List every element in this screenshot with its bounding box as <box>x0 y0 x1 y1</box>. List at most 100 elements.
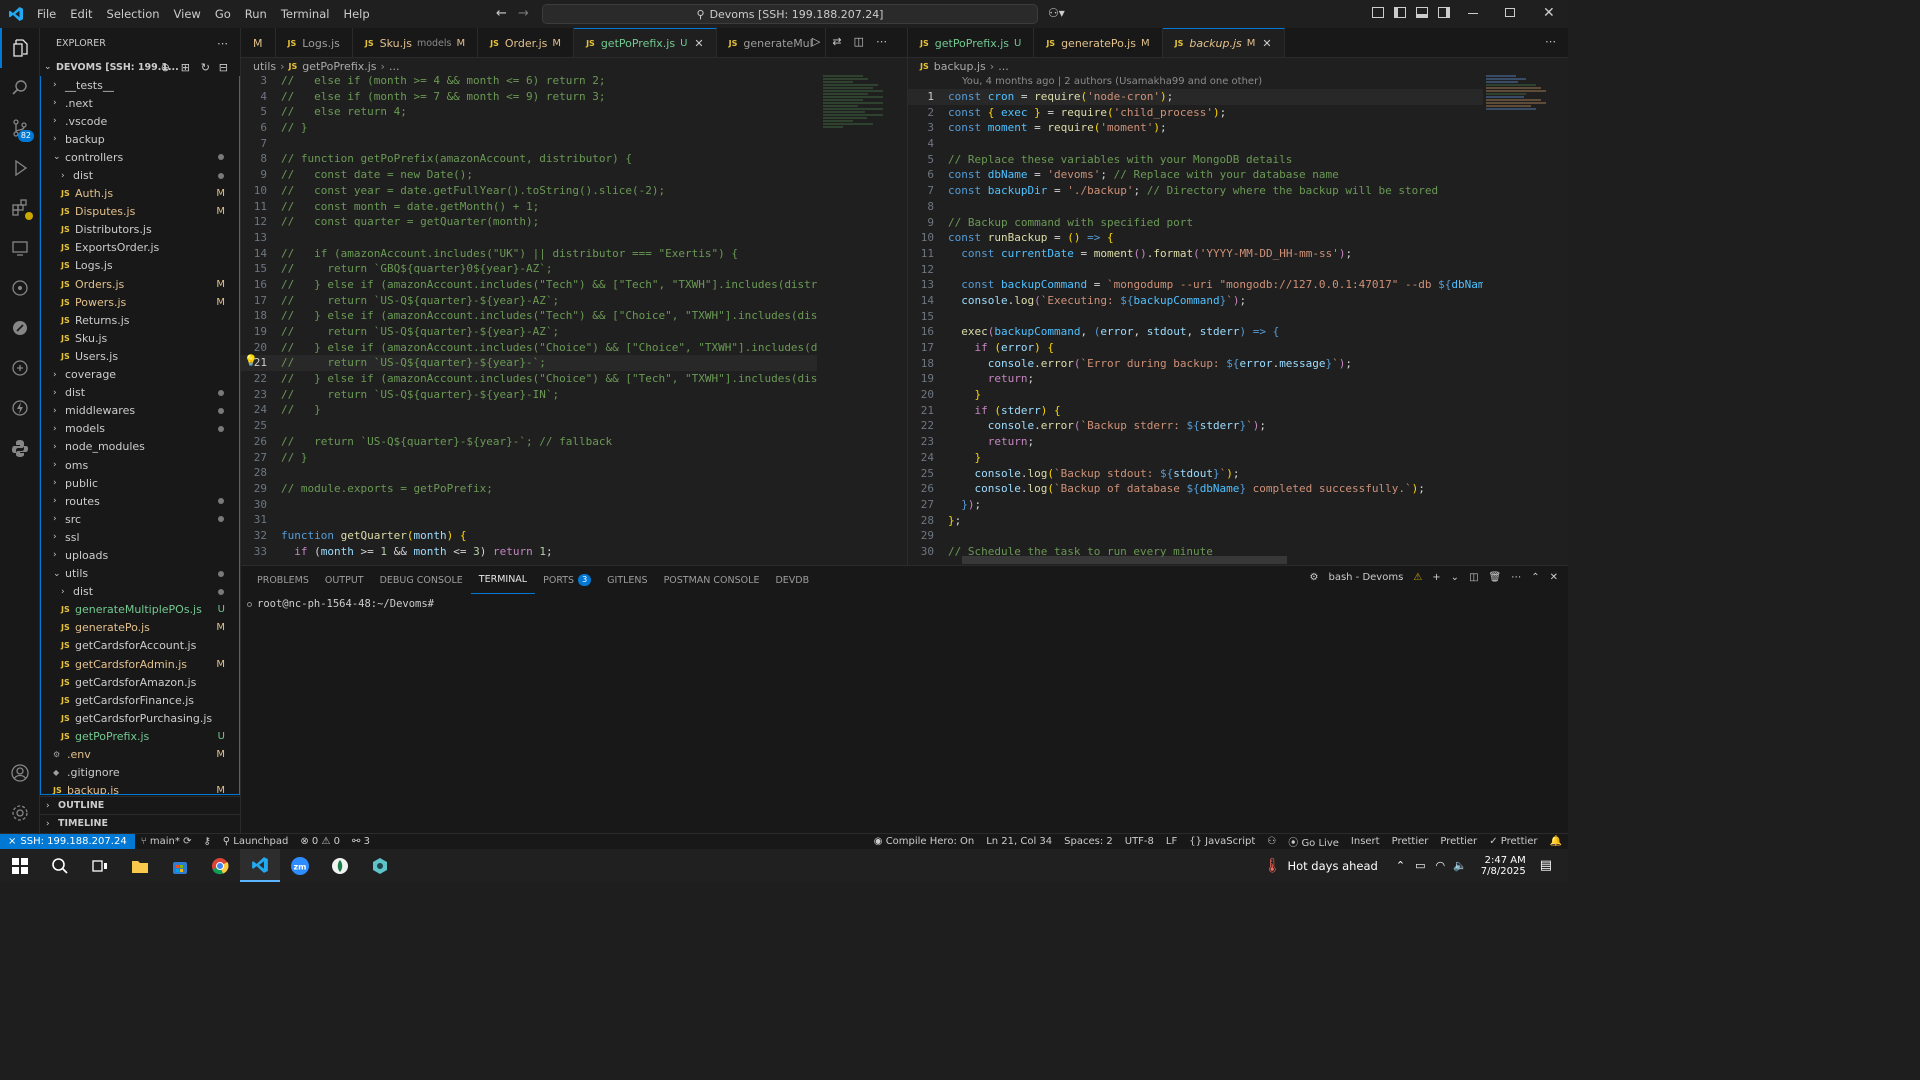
copilot-icon[interactable]: ⚇▾ <box>1048 6 1065 20</box>
panel-tab-devdb[interactable]: DEVDB <box>767 566 817 594</box>
restore-icon[interactable] <box>1505 8 1515 17</box>
tree-folder[interactable]: › node_modules <box>41 438 239 456</box>
tree-file[interactable]: JS Logs.js <box>41 257 239 275</box>
tree-folder[interactable]: › src <box>41 510 239 528</box>
settings-gear-icon[interactable] <box>0 793 40 833</box>
editor-tab[interactable]: M <box>241 28 276 57</box>
more-actions-icon[interactable]: ⋯ <box>217 37 228 50</box>
gitlens-status-icon[interactable]: ⚷ <box>197 836 216 847</box>
panel-tab-debug-console[interactable]: DEBUG CONSOLE <box>372 566 471 594</box>
tree-file[interactable]: JS Sku.js <box>41 329 239 347</box>
breadcrumb-item[interactable]: utils <box>253 60 276 73</box>
menu-run[interactable]: Run <box>238 7 274 21</box>
zoom-app-icon[interactable]: zm <box>280 849 320 882</box>
gitlens-icon[interactable] <box>0 268 40 308</box>
split-terminal-icon[interactable]: ◫ <box>1469 572 1478 583</box>
tree-file[interactable]: JS Auth.js M <box>41 185 239 203</box>
tree-folder[interactable]: › routes <box>41 492 239 510</box>
notifications-bell-icon[interactable]: 🔔 <box>1544 836 1568 847</box>
compare-changes-icon[interactable]: ⇄ <box>832 35 841 48</box>
source-control-icon[interactable]: 82 <box>0 108 40 148</box>
toggle-panel-icon[interactable] <box>1416 7 1428 18</box>
command-center-search[interactable]: ⚲ Devoms [SSH: 199.188.207.24] <box>542 4 1038 24</box>
terminal[interactable]: root@nc-ph-1564-48:~/Devoms# <box>247 598 1547 828</box>
breadcrumb-item[interactable]: ... <box>998 60 1009 73</box>
menu-help[interactable]: Help <box>336 7 376 21</box>
tree-folder[interactable]: › dist <box>41 583 239 601</box>
editor-tab[interactable]: JS getPoPrefix.js U ✕ <box>574 28 717 57</box>
indentation[interactable]: Spaces: 2 <box>1058 836 1119 847</box>
run-debug-icon[interactable] <box>0 148 40 188</box>
code-editor-right[interactable]: 1 const cron = require('node-cron'); 2 cons… <box>908 89 1483 565</box>
tree-folder[interactable]: › coverage <box>41 366 239 384</box>
chevron-down-icon[interactable]: ⌄ <box>1451 572 1459 583</box>
tree-folder[interactable]: › .next <box>41 94 239 112</box>
accounts-icon[interactable] <box>0 753 40 793</box>
tree-file[interactable]: JS Orders.js M <box>41 275 239 293</box>
kill-terminal-icon[interactable]: 🗑 <box>1489 572 1502 583</box>
layout-customize-icon[interactable] <box>1372 7 1384 18</box>
go-live[interactable]: ⦿ Go Live <box>1282 834 1345 849</box>
tree-folder[interactable]: ⌄ controllers <box>41 148 239 166</box>
menu-selection[interactable]: Selection <box>100 7 167 21</box>
python-icon[interactable] <box>0 428 40 468</box>
ports-status[interactable]: ⚯ 3 <box>346 836 376 847</box>
windows-start-icon[interactable] <box>0 849 40 882</box>
app-circle-icon[interactable] <box>320 849 360 882</box>
tree-file[interactable]: JS generateMultiplePOs.js U <box>41 601 239 619</box>
thunder-client-icon[interactable] <box>0 388 40 428</box>
outline-section[interactable]: › OUTLINE <box>40 796 240 814</box>
wifi-icon[interactable]: ◠ <box>1435 859 1445 872</box>
minimap-right[interactable] <box>1486 73 1556 565</box>
tree-file[interactable]: JS Distributors.js <box>41 221 239 239</box>
editor-tab[interactable]: JS generatePo.js M <box>1034 28 1163 57</box>
panel-more-icon[interactable]: ⋯ <box>1511 572 1521 583</box>
database-icon[interactable] <box>0 348 40 388</box>
remote-indicator[interactable]: ⨯ SSH: 199.188.207.24 <box>0 833 135 850</box>
panel-tab-postman-console[interactable]: POSTMAN CONSOLE <box>656 566 768 594</box>
tree-file[interactable]: JS generatePo.js M <box>41 619 239 637</box>
tree-file[interactable]: JS Powers.js M <box>41 293 239 311</box>
editor-tab[interactable]: JS Order.js M <box>478 28 575 57</box>
panel-tab-gitlens[interactable]: GITLENS <box>599 566 655 594</box>
clock[interactable]: 2:47 AM 7/8/2025 <box>1481 855 1526 877</box>
editor-tab[interactable]: JS backup.js M ✕ <box>1162 28 1285 57</box>
panel-tab-ports[interactable]: PORTS 3 <box>535 566 599 594</box>
tree-file[interactable]: ◆ .gitignore <box>41 764 239 782</box>
end-of-line[interactable]: LF <box>1160 836 1183 847</box>
collapse-all-icon[interactable]: ⊟ <box>219 61 228 74</box>
toggle-secondary-sidebar-icon[interactable] <box>1438 7 1450 18</box>
maximize-panel-icon[interactable]: ⌃ <box>1531 572 1539 583</box>
tree-folder[interactable]: › oms <box>41 456 239 474</box>
menu-terminal[interactable]: Terminal <box>274 7 337 21</box>
tree-file[interactable]: JS getPoPrefix.js U <box>41 727 239 745</box>
vscode-logo-icon[interactable] <box>2 6 30 22</box>
split-editor-icon[interactable]: ◫ <box>854 35 864 48</box>
tree-file[interactable]: ⚙ .env M <box>41 745 239 763</box>
chrome-app-icon[interactable] <box>200 849 240 882</box>
explorer-root-header[interactable]: ⌄ DEVOMS [SSH: 199.1... ⊕ ⊞ ↻ ⊟ <box>40 58 240 76</box>
tree-folder[interactable]: › __tests__ <box>41 76 239 94</box>
compile-hero[interactable]: ◉ Compile Hero: On <box>868 836 980 847</box>
file-explorer-app-icon[interactable] <box>120 849 160 882</box>
encoding[interactable]: UTF-8 <box>1119 836 1160 847</box>
tree-file[interactable]: JS backup.js M <box>41 782 239 794</box>
menu-view[interactable]: View <box>167 7 208 21</box>
close-tab-icon[interactable]: ✕ <box>1262 37 1271 50</box>
close-window-icon[interactable]: ✕ <box>1543 5 1555 21</box>
tree-file[interactable]: JS getCardsforAmazon.js <box>41 673 239 691</box>
breadcrumb-item[interactable]: getPoPrefix.js <box>302 60 376 73</box>
notification-center-icon[interactable]: ▤ <box>1540 858 1552 873</box>
minimap-left[interactable] <box>823 73 893 565</box>
tree-file[interactable]: JS getCardsforAdmin.js M <box>41 655 239 673</box>
tree-folder[interactable]: › ssl <box>41 528 239 546</box>
taskbar-search-icon[interactable] <box>40 849 80 882</box>
panel-tab-output[interactable]: OUTPUT <box>317 566 372 594</box>
prettier-status-2[interactable]: Prettier <box>1434 836 1483 847</box>
tree-folder[interactable]: › models <box>41 420 239 438</box>
menu-file[interactable]: File <box>30 7 63 21</box>
extensions-icon[interactable] <box>0 188 40 228</box>
postman-icon[interactable] <box>0 308 40 348</box>
prettier-status-3[interactable]: ✓ Prettier <box>1483 836 1543 847</box>
tray-chevron-up-icon[interactable]: ⌃ <box>1396 859 1405 872</box>
